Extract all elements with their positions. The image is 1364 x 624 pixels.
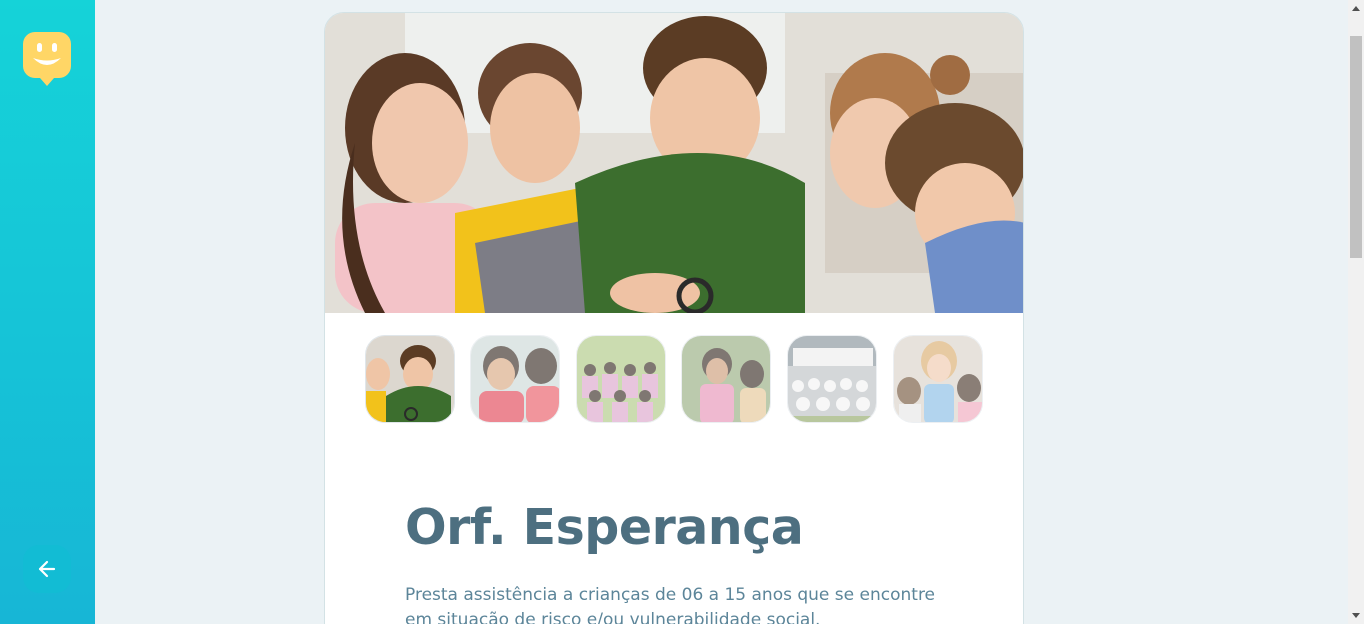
gallery-thumbnail[interactable] (470, 335, 560, 423)
smiley-chat-icon[interactable] (23, 32, 71, 86)
scroll-down-arrow-icon[interactable] (1348, 607, 1364, 624)
gallery-thumbnail[interactable] (893, 335, 983, 423)
arrow-left-icon (38, 560, 56, 578)
hero-image (325, 13, 1023, 313)
orphanage-details-card: Orf. Esperança Presta assistência a cria… (324, 12, 1024, 624)
orphanage-name: Orf. Esperança (405, 499, 804, 556)
gallery-thumbnail[interactable] (576, 335, 666, 423)
gallery-thumbnail[interactable] (365, 335, 455, 423)
page-scrollbar[interactable] (1348, 0, 1364, 624)
scrollbar-thumb[interactable] (1350, 36, 1362, 258)
scroll-up-arrow-icon[interactable] (1348, 0, 1364, 17)
gallery-thumbnail[interactable] (787, 335, 877, 423)
gallery-thumbnail[interactable] (681, 335, 771, 423)
back-button[interactable] (23, 545, 71, 593)
orphanage-about: Presta assistência a crianças de 06 a 15… (405, 585, 936, 624)
image-gallery (365, 335, 985, 423)
sidebar (0, 0, 95, 624)
